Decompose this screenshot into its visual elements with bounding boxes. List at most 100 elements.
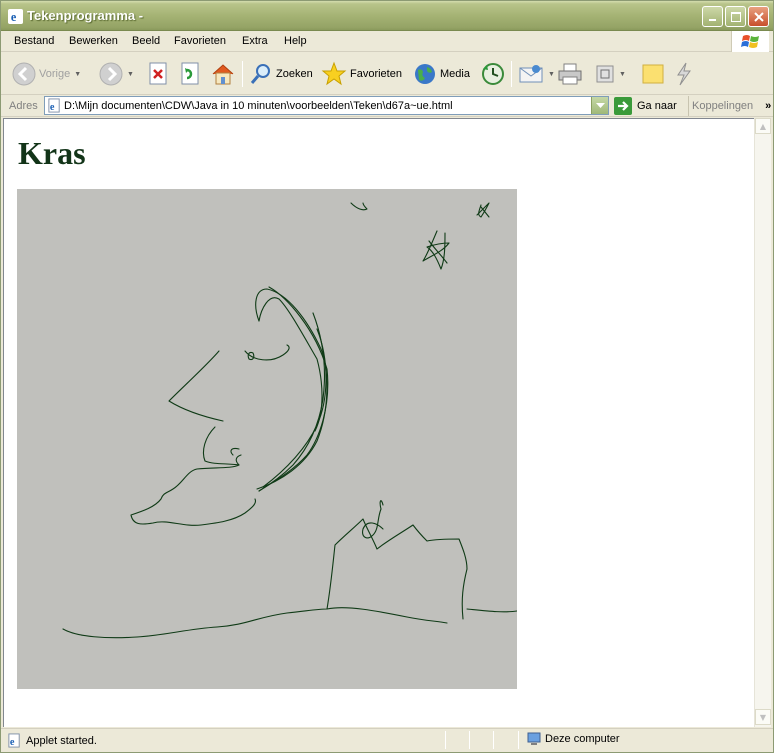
window-title: Tekenprogramma - — [27, 8, 144, 23]
menu-bar: Bestand Bewerken Beeld Favorieten Extra … — [1, 31, 773, 52]
sketch-stroke — [168, 350, 224, 422]
favorites-label: Favorieten — [350, 68, 402, 80]
go-arrow-icon — [614, 97, 632, 115]
home-icon — [212, 64, 234, 85]
drawing-applet[interactable] — [17, 189, 517, 689]
zone-label: Deze computer — [545, 733, 620, 745]
sketch-stroke — [466, 608, 517, 613]
search-icon — [250, 64, 270, 84]
vertical-scrollbar[interactable]: ▲ ▼ — [754, 118, 771, 727]
note-icon — [642, 64, 664, 84]
sketch-stroke — [255, 288, 328, 490]
chevron-right-icon[interactable]: » — [765, 100, 771, 112]
ie-icon: e — [8, 9, 23, 24]
print-button[interactable] — [557, 60, 583, 88]
chevron-down-icon — [595, 102, 605, 108]
search-button[interactable]: Zoeken — [249, 60, 313, 88]
page-status-icon: e — [8, 733, 20, 748]
menu-help[interactable]: Help — [284, 35, 307, 47]
stop-icon — [149, 62, 167, 85]
go-button[interactable]: Ga naar — [614, 96, 677, 116]
mail-icon — [519, 65, 543, 83]
sketch-stroke — [202, 426, 242, 466]
sketch-stroke — [326, 518, 468, 620]
address-dropdown-button[interactable] — [591, 97, 608, 114]
mail-dropdown-icon[interactable]: ▼ — [548, 71, 555, 78]
security-zone: Deze computer — [527, 732, 620, 746]
sketch-stroke — [62, 607, 448, 639]
star-icon — [321, 61, 347, 86]
refresh-button[interactable] — [179, 60, 201, 88]
history-icon — [482, 63, 504, 85]
sketch-stroke — [130, 464, 257, 526]
status-divider — [518, 731, 519, 749]
svg-text:e: e — [10, 737, 15, 748]
status-divider — [493, 731, 494, 749]
minimize-button[interactable] — [702, 6, 723, 27]
status-divider — [445, 731, 446, 749]
sketch-stroke — [362, 508, 384, 539]
windows-flag-icon — [740, 34, 759, 48]
computer-icon — [527, 732, 541, 745]
lightning-icon — [677, 62, 691, 86]
back-dropdown-icon[interactable]: ▼ — [74, 71, 81, 78]
forward-dropdown-icon[interactable]: ▼ — [127, 71, 134, 78]
maximize-icon — [730, 11, 741, 22]
media-globe-icon — [415, 64, 435, 84]
address-input[interactable]: e D:\Mijn documenten\CDW\Java in 10 minu… — [44, 96, 609, 115]
edit-dropdown-icon[interactable]: ▼ — [619, 71, 626, 78]
close-button[interactable] — [748, 6, 769, 27]
sketch-stroke — [350, 202, 368, 211]
go-label: Ga naar — [637, 100, 677, 112]
toolbar-separator — [242, 61, 243, 87]
media-button[interactable]: Media — [413, 60, 470, 88]
svg-text:e: e — [50, 102, 55, 113]
drawing-canvas[interactable] — [17, 189, 517, 689]
refresh-icon — [181, 62, 199, 85]
menu-beeld[interactable]: Beeld — [132, 35, 160, 47]
menu-extra[interactable]: Extra — [242, 35, 268, 47]
mail-button[interactable]: ▼ — [518, 60, 555, 88]
menu-favorieten[interactable]: Favorieten — [174, 35, 226, 47]
minimize-icon — [708, 18, 716, 21]
browser-window: e Tekenprogramma - Bestand Bewerken Beel… — [0, 0, 774, 753]
forward-button[interactable]: ▼ — [99, 60, 134, 88]
media-label: Media — [440, 68, 470, 80]
home-button[interactable] — [210, 60, 236, 88]
address-bar: Adres e D:\Mijn documenten\CDW\Java in 1… — [1, 95, 773, 117]
back-label: Vorige — [39, 68, 71, 80]
history-button[interactable] — [480, 60, 506, 88]
edit-icon — [596, 65, 614, 83]
edit-button[interactable]: ▼ — [595, 60, 626, 88]
links-label: Koppelingen — [692, 100, 754, 112]
menu-bestand[interactable]: Bestand — [14, 35, 54, 47]
status-bar: e Applet started. Deze computer — [1, 728, 773, 752]
messenger-button[interactable] — [672, 60, 696, 88]
maximize-button[interactable] — [725, 6, 746, 27]
page-content: Kras — [3, 118, 754, 727]
stop-button[interactable] — [147, 60, 169, 88]
svg-text:e: e — [11, 10, 17, 24]
discuss-button[interactable] — [641, 60, 665, 88]
windows-logo — [731, 31, 769, 52]
sketch-stroke — [230, 447, 240, 456]
menu-bewerken[interactable]: Bewerken — [69, 35, 118, 47]
status-text: Applet started. — [26, 735, 97, 747]
close-icon — [753, 11, 764, 22]
status-divider — [469, 731, 470, 749]
toolbar-separator — [511, 61, 512, 87]
forward-arrow-icon — [99, 62, 123, 86]
links-toolbar[interactable]: Koppelingen » — [688, 96, 773, 116]
title-bar[interactable]: e Tekenprogramma - — [1, 1, 773, 31]
printer-icon — [558, 63, 582, 85]
sketch-stroke — [258, 297, 323, 432]
toolbar: Vorige ▼ ▼ Zoeken Favorieten Media ▼ ▼ — [1, 53, 773, 95]
favorites-button[interactable]: Favorieten — [321, 60, 402, 88]
scroll-up-button[interactable]: ▲ — [755, 118, 771, 134]
back-button[interactable]: Vorige ▼ — [12, 60, 81, 88]
search-label: Zoeken — [276, 68, 313, 80]
back-arrow-icon — [12, 62, 36, 86]
address-label: Adres — [9, 100, 38, 112]
page-icon: e — [48, 98, 60, 113]
scroll-down-button[interactable]: ▼ — [755, 709, 771, 725]
